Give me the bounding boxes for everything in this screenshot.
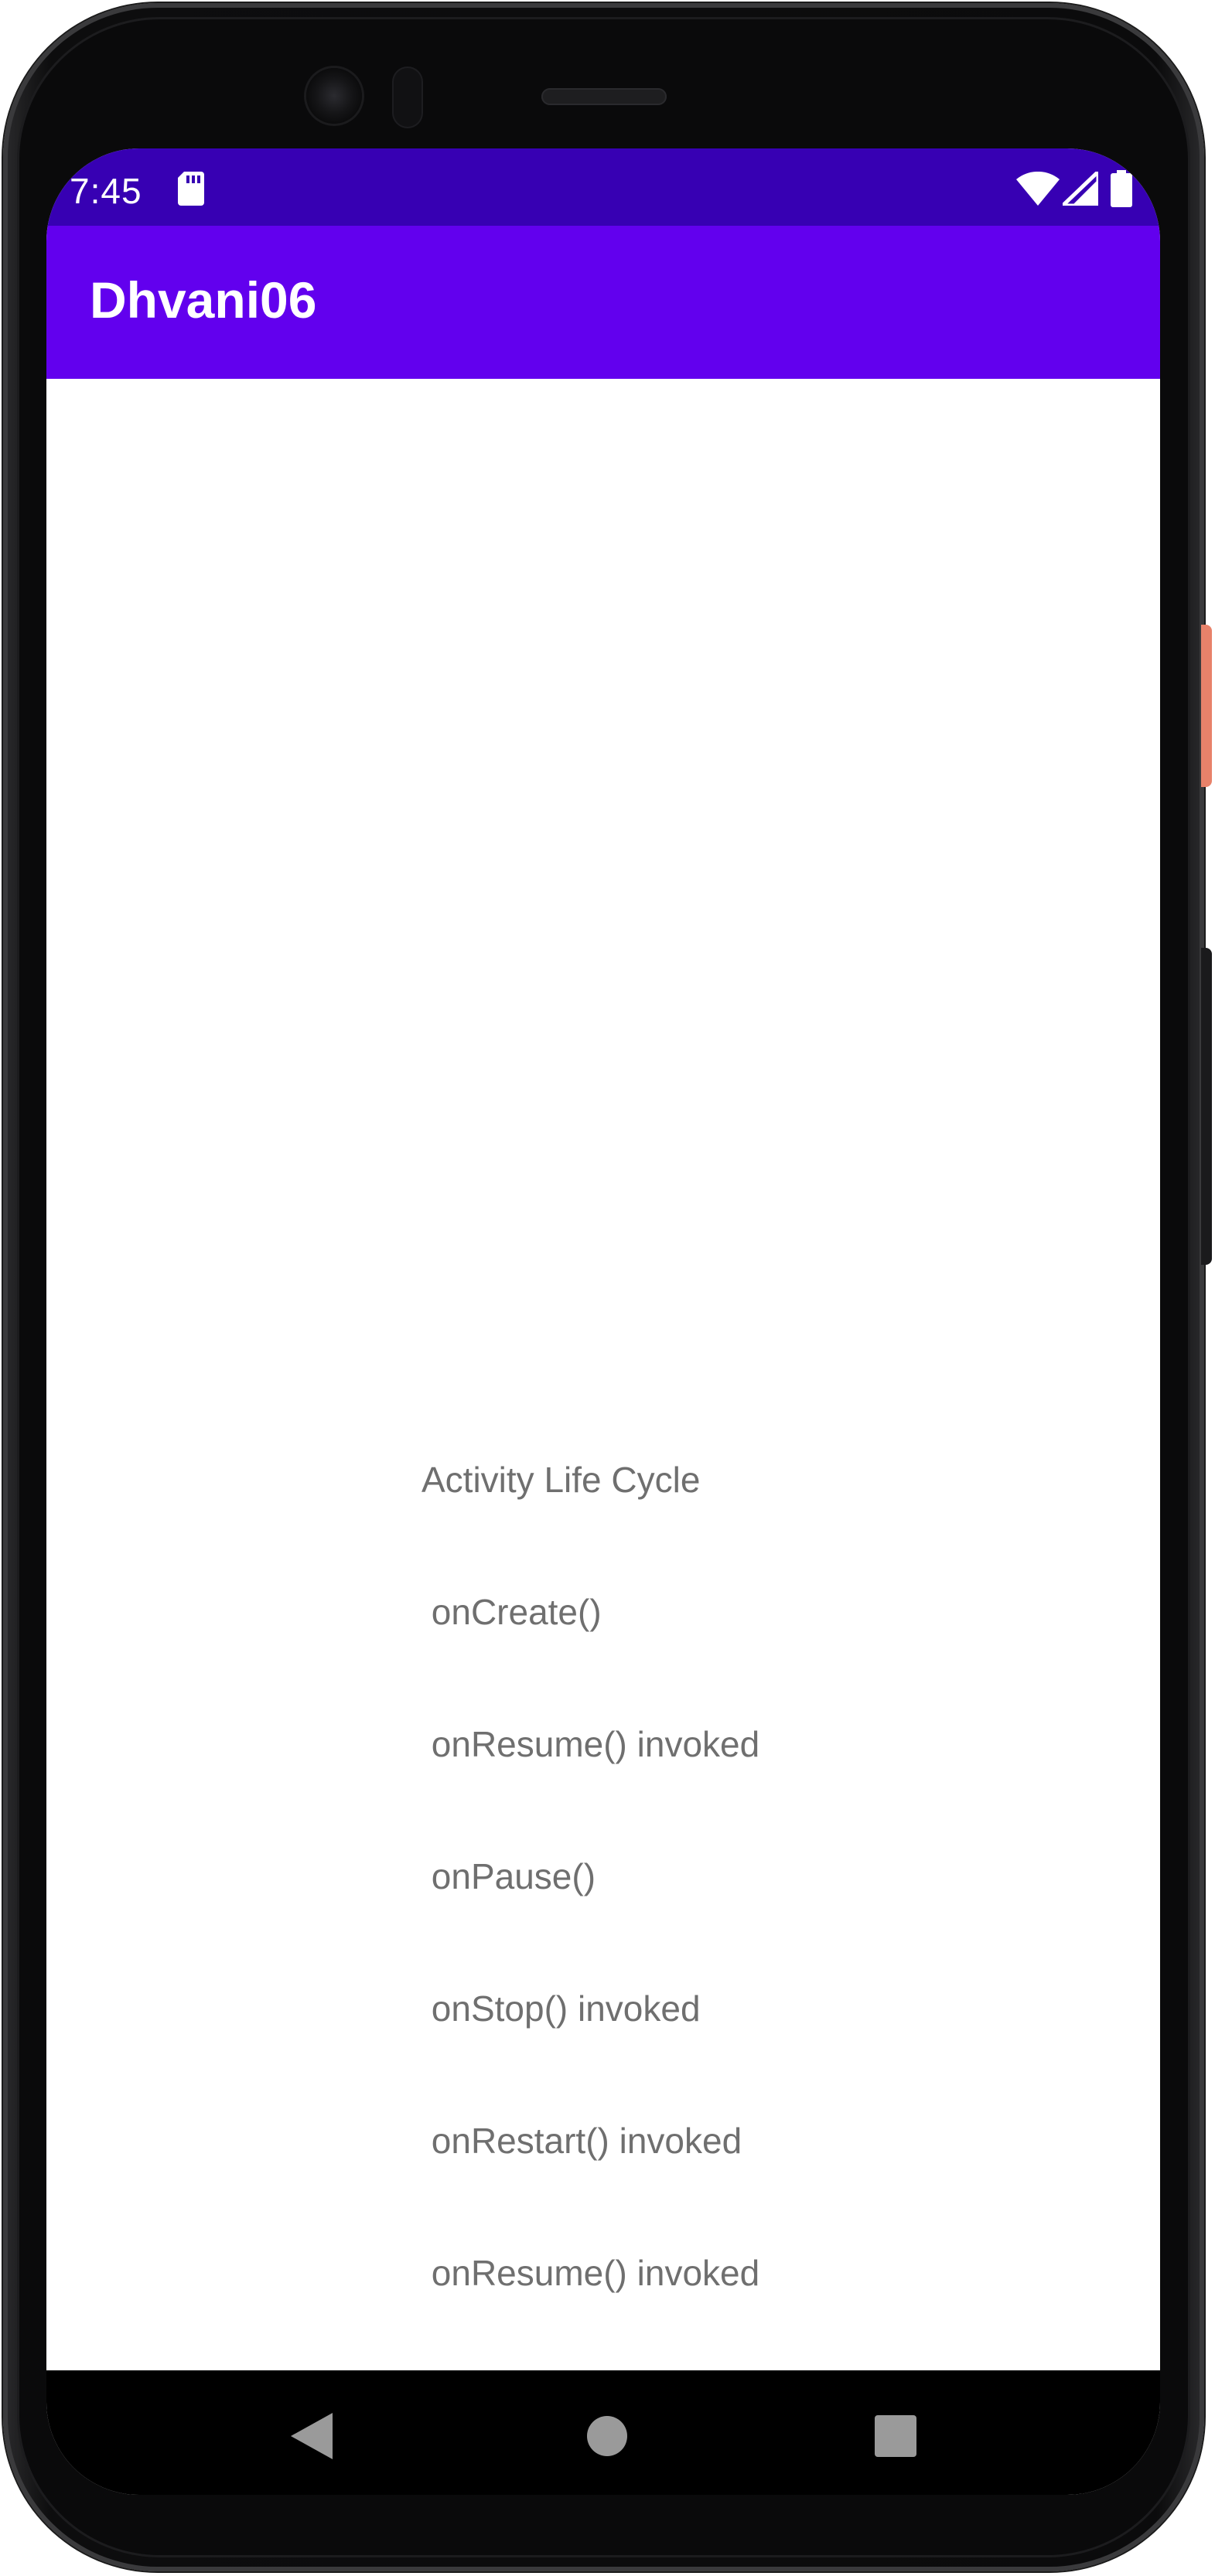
back-button[interactable] xyxy=(285,2409,339,2463)
log-line: onPause() xyxy=(421,1856,596,1896)
power-button xyxy=(1201,625,1212,787)
app-bar: Dhvani06 xyxy=(46,226,1160,379)
back-icon xyxy=(291,2413,333,2459)
front-camera xyxy=(306,68,362,124)
earpiece-speaker xyxy=(541,88,667,105)
status-bar: 7:45 xyxy=(46,148,1160,226)
main-content: Activity Life Cycle onCreate() onResume(… xyxy=(46,379,1160,2370)
lifecycle-log-text: Activity Life Cycle onCreate() onResume(… xyxy=(421,1370,759,2383)
home-icon xyxy=(587,2416,627,2456)
recents-button[interactable] xyxy=(869,2409,923,2463)
sd-card-icon xyxy=(178,172,204,210)
app-title: Dhvani06 xyxy=(90,271,317,329)
battery-icon xyxy=(1111,170,1132,211)
log-line: onStop() invoked xyxy=(421,1988,701,2029)
recents-icon xyxy=(875,2415,916,2457)
signal-icon xyxy=(1057,167,1101,210)
wifi-icon xyxy=(1016,171,1060,210)
status-time: 7:45 xyxy=(70,171,142,211)
log-line: onResume() invoked xyxy=(421,1724,760,1764)
log-line: Activity Life Cycle xyxy=(421,1460,701,1500)
device-screen: 7:45 Dhvani06 Activity Life Cycle onCrea… xyxy=(46,148,1160,2495)
navigation-bar xyxy=(46,2370,1160,2495)
volume-button xyxy=(1201,948,1212,1265)
log-line: onCreate() xyxy=(421,1592,602,1632)
log-line: onResume() invoked xyxy=(421,2253,760,2293)
proximity-sensor xyxy=(392,66,423,128)
home-button[interactable] xyxy=(580,2409,634,2463)
log-line: onRestart() invoked xyxy=(421,2121,742,2161)
